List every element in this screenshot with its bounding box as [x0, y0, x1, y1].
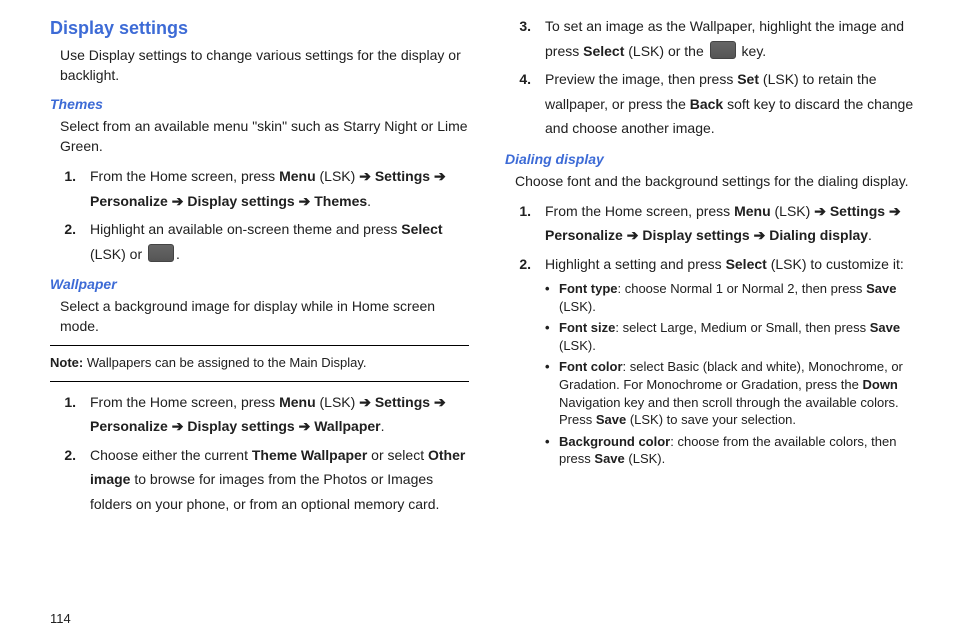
arrow-icon: ➔: [889, 203, 901, 219]
manual-page: Display settings Use Display settings to…: [0, 0, 954, 636]
wallpaper-step-4: 4. Preview the image, then press Set (LS…: [505, 67, 924, 141]
note: Note: Wallpapers can be assigned to the …: [50, 354, 469, 373]
step-body: From the Home screen, press Menu (LSK) ➔…: [90, 164, 469, 213]
step-number: 3.: [505, 14, 545, 63]
themes-step-2: 2. Highlight an available on-screen them…: [50, 217, 469, 266]
arrow-icon: ➔: [299, 193, 311, 209]
themes-intro: Select from an available menu "skin" suc…: [60, 116, 469, 157]
section-heading: Display settings: [50, 18, 469, 39]
divider: [50, 381, 469, 382]
dialing-heading: Dialing display: [505, 151, 924, 167]
step-number: 1.: [50, 390, 90, 439]
wallpaper-step-1: 1. From the Home screen, press Menu (LSK…: [50, 390, 469, 439]
dialing-step-2: 2. Highlight a setting and press Select …: [505, 252, 924, 472]
wallpaper-intro: Select a background image for display wh…: [60, 296, 469, 337]
center-key-icon: [710, 41, 736, 59]
arrow-icon: ➔: [434, 394, 446, 410]
arrow-icon: ➔: [359, 394, 371, 410]
step-number: 1.: [50, 164, 90, 213]
dialing-intro: Choose font and the background settings …: [515, 171, 924, 191]
center-key-icon: [148, 244, 174, 262]
arrow-icon: ➔: [814, 203, 826, 219]
themes-step-1: 1. From the Home screen, press Menu (LSK…: [50, 164, 469, 213]
step-body: From the Home screen, press Menu (LSK) ➔…: [545, 199, 924, 248]
list-item: •Font color: select Basic (black and whi…: [545, 358, 924, 428]
divider: [50, 345, 469, 346]
wallpaper-steps: 1. From the Home screen, press Menu (LSK…: [50, 390, 469, 517]
left-column: Display settings Use Display settings to…: [50, 10, 487, 626]
page-number: 114: [50, 611, 71, 626]
arrow-icon: ➔: [172, 193, 184, 209]
list-item: •Background color: choose from the avail…: [545, 433, 924, 468]
right-column: 3. To set an image as the Wallpaper, hig…: [487, 10, 924, 626]
dialing-bullets: •Font type: choose Normal 1 or Normal 2,…: [545, 280, 924, 467]
step-number: 4.: [505, 67, 545, 141]
arrow-icon: ➔: [434, 168, 446, 184]
step-body: Highlight an available on-screen theme a…: [90, 217, 469, 266]
themes-steps: 1. From the Home screen, press Menu (LSK…: [50, 164, 469, 266]
arrow-icon: ➔: [754, 227, 766, 243]
themes-heading: Themes: [50, 96, 469, 112]
wallpaper-heading: Wallpaper: [50, 276, 469, 292]
step-body: To set an image as the Wallpaper, highli…: [545, 14, 924, 63]
step-number: 2.: [50, 217, 90, 266]
arrow-icon: ➔: [627, 227, 639, 243]
step-number: 1.: [505, 199, 545, 248]
list-item: •Font size: select Large, Medium or Smal…: [545, 319, 924, 354]
section-intro: Use Display settings to change various s…: [60, 45, 469, 86]
step-body: From the Home screen, press Menu (LSK) ➔…: [90, 390, 469, 439]
step-number: 2.: [50, 443, 90, 517]
dialing-steps: 1. From the Home screen, press Menu (LSK…: [505, 199, 924, 472]
step-body: Preview the image, then press Set (LSK) …: [545, 67, 924, 141]
wallpaper-steps-continued: 3. To set an image as the Wallpaper, hig…: [505, 14, 924, 141]
arrow-icon: ➔: [172, 418, 184, 434]
list-item: •Font type: choose Normal 1 or Normal 2,…: [545, 280, 924, 315]
step-body: Highlight a setting and press Select (LS…: [545, 252, 924, 472]
arrow-icon: ➔: [359, 168, 371, 184]
step-number: 2.: [505, 252, 545, 472]
dialing-step-1: 1. From the Home screen, press Menu (LSK…: [505, 199, 924, 248]
arrow-icon: ➔: [299, 418, 311, 434]
wallpaper-step-2: 2. Choose either the current Theme Wallp…: [50, 443, 469, 517]
wallpaper-step-3: 3. To set an image as the Wallpaper, hig…: [505, 14, 924, 63]
step-body: Choose either the current Theme Wallpape…: [90, 443, 469, 517]
